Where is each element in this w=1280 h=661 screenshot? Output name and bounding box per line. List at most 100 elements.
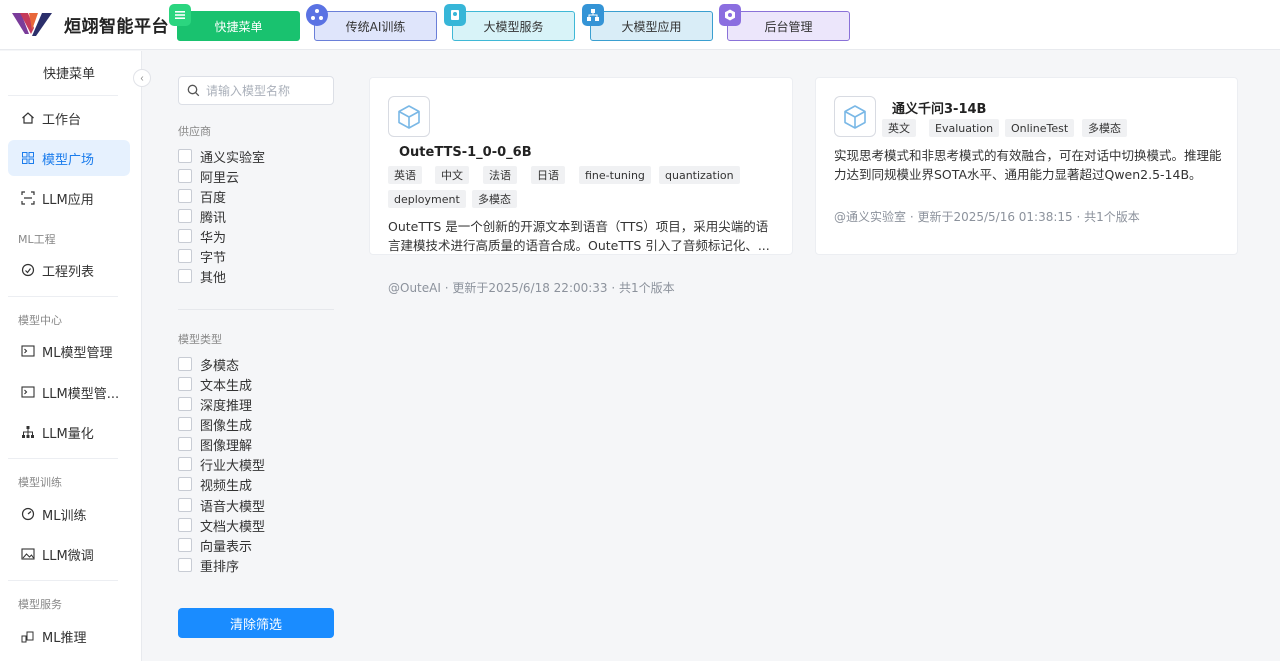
- checkbox-label: 重排序: [200, 559, 240, 575]
- checkbox-label: 文本生成: [200, 378, 253, 394]
- app-logo[interactable]: 烜翊智能平台: [12, 10, 169, 38]
- checkbox-label: 视频生成: [200, 478, 253, 494]
- image-icon: [21, 548, 35, 560]
- sidebar-item-label: LLM应用: [42, 192, 94, 208]
- checkbox-label: 多模态: [200, 358, 240, 374]
- sidebar-item-llm-quantization[interactable]: LLM量化: [8, 414, 130, 450]
- sidebar-item-ml-inference[interactable]: ML推理: [8, 618, 130, 654]
- nav-llm-service[interactable]: 大模型服务: [444, 4, 575, 41]
- nav-label: 大模型服务: [483, 19, 544, 34]
- checkbox[interactable]: [178, 229, 192, 243]
- checkbox[interactable]: [178, 377, 192, 391]
- checkbox-label: 其他: [200, 270, 227, 286]
- model-meta: @OuteAI · 更新于2025/6/18 22:00:33 · 共1个版本: [388, 281, 675, 295]
- model-title[interactable]: 通义千问3-14B: [892, 98, 986, 117]
- nav-quick-menu[interactable]: 快捷菜单: [169, 4, 300, 41]
- type-checkbox[interactable]: 向量表示: [178, 537, 252, 555]
- checkbox-label: 行业大模型: [200, 458, 266, 474]
- terminal-icon: [21, 386, 35, 398]
- model-tag: fine-tuning: [579, 166, 651, 184]
- checkbox[interactable]: [178, 457, 192, 471]
- checkbox[interactable]: [178, 498, 192, 512]
- sidebar-item-label: LLM模型管...: [42, 386, 120, 402]
- type-checkbox[interactable]: 行业大模型: [178, 456, 266, 474]
- model-title[interactable]: OuteTTS-1_0-0_6B: [399, 145, 532, 160]
- checkbox[interactable]: [178, 189, 192, 203]
- provider-checkbox[interactable]: 字节: [178, 248, 227, 266]
- checkbox[interactable]: [178, 477, 192, 491]
- grid-icon: [22, 152, 34, 164]
- provider-checkbox[interactable]: 通义实验室: [178, 148, 265, 166]
- checkbox-label: 图像生成: [200, 418, 253, 434]
- terminal-icon: [21, 345, 35, 357]
- sidebar-item-project-list[interactable]: 工程列表: [8, 252, 130, 288]
- nav-label: 大模型应用: [621, 19, 682, 34]
- type-checkbox[interactable]: 深度推理: [178, 396, 253, 414]
- checkbox[interactable]: [178, 249, 192, 263]
- checkbox[interactable]: [178, 417, 192, 431]
- cube-icon: [388, 96, 430, 137]
- model-tag: 多模态: [472, 190, 517, 208]
- type-checkbox[interactable]: 图像理解: [178, 436, 253, 454]
- checkbox[interactable]: [178, 558, 192, 572]
- model-card[interactable]: 通义千问3-14B 英文 Evaluation OnlineTest 多模态 实…: [815, 77, 1238, 255]
- checkbox-label: 阿里云: [200, 170, 240, 186]
- nav-label: 传统AI训练: [345, 19, 406, 34]
- model-card[interactable]: OuteTTS-1_0-0_6B 英语 中文 法语 日语 fine-tuning…: [369, 77, 793, 255]
- sidebar-item-llm-app[interactable]: LLM应用: [8, 180, 130, 216]
- type-checkbox[interactable]: 文本生成: [178, 376, 253, 394]
- provider-checkbox[interactable]: 华为: [178, 228, 226, 246]
- app-name: 烜翊智能平台: [64, 16, 169, 37]
- provider-checkbox[interactable]: 腾讯: [178, 208, 227, 226]
- checkbox[interactable]: [178, 269, 192, 283]
- nav-traditional-ai-training[interactable]: 传统AI训练: [306, 4, 437, 41]
- sidebar-item-llm-model-management[interactable]: LLM模型管...: [8, 374, 130, 410]
- sidebar-item-workbench[interactable]: 工作台: [8, 100, 130, 136]
- checkbox-label: 字节: [200, 250, 227, 266]
- provider-checkbox[interactable]: 百度: [178, 188, 226, 206]
- sidebar-item-label: ML推理: [42, 630, 87, 646]
- type-checkbox[interactable]: 重排序: [178, 557, 240, 575]
- checkbox-label: 腾讯: [200, 210, 227, 226]
- nav-label: 快捷菜单: [214, 19, 263, 34]
- scan-icon: [21, 191, 35, 205]
- model-tag: 多模态: [1082, 119, 1127, 137]
- group-label-model-training: 模型训练: [18, 476, 62, 489]
- nav-llm-application[interactable]: 大模型应用: [582, 4, 713, 41]
- checkbox[interactable]: [178, 357, 192, 371]
- cube-icon: [834, 96, 876, 137]
- type-checkbox[interactable]: 多模态: [178, 356, 240, 374]
- checkbox[interactable]: [178, 209, 192, 223]
- sidebar-item-label: 工作台: [42, 112, 82, 128]
- type-checkbox[interactable]: 图像生成: [178, 416, 253, 434]
- model-search-box[interactable]: [178, 76, 334, 105]
- checkbox[interactable]: [178, 518, 192, 532]
- search-input[interactable]: [206, 83, 326, 98]
- sidebar-item-model-square[interactable]: 模型广场: [8, 140, 130, 176]
- sidebar-item-label: ML训练: [42, 508, 87, 524]
- provider-checkbox[interactable]: 阿里云: [178, 168, 240, 186]
- sidebar-item-ml-model-management[interactable]: ML模型管理: [8, 333, 130, 369]
- checkbox-label: 图像理解: [200, 438, 253, 454]
- collapse-chevron-icon[interactable]: ‹: [133, 69, 151, 87]
- sidebar-item-llm-finetune[interactable]: LLM微调: [8, 536, 130, 572]
- gauge-icon: [21, 507, 35, 521]
- search-icon: [187, 84, 200, 97]
- sidebar-item-label: 模型广场: [42, 152, 95, 168]
- nav-admin[interactable]: 后台管理: [719, 4, 850, 41]
- provider-checkbox[interactable]: 其他: [178, 268, 227, 286]
- type-checkbox[interactable]: 文档大模型: [178, 517, 265, 535]
- checkbox[interactable]: [178, 538, 192, 552]
- model-tag: Evaluation: [929, 119, 1000, 137]
- checkbox-label: 语音大模型: [200, 499, 266, 515]
- checkbox[interactable]: [178, 169, 192, 183]
- type-checkbox[interactable]: 视频生成: [178, 476, 253, 494]
- sidebar-item-ml-training[interactable]: ML训练: [8, 496, 130, 532]
- sidebar-title: 快捷菜单: [42, 67, 95, 82]
- checkbox-label: 深度推理: [200, 398, 253, 414]
- checkbox[interactable]: [178, 397, 192, 411]
- type-checkbox[interactable]: 语音大模型: [178, 497, 266, 515]
- checkbox[interactable]: [178, 437, 192, 451]
- checkbox[interactable]: [178, 149, 192, 163]
- clear-filters-button[interactable]: 清除筛选: [178, 608, 334, 638]
